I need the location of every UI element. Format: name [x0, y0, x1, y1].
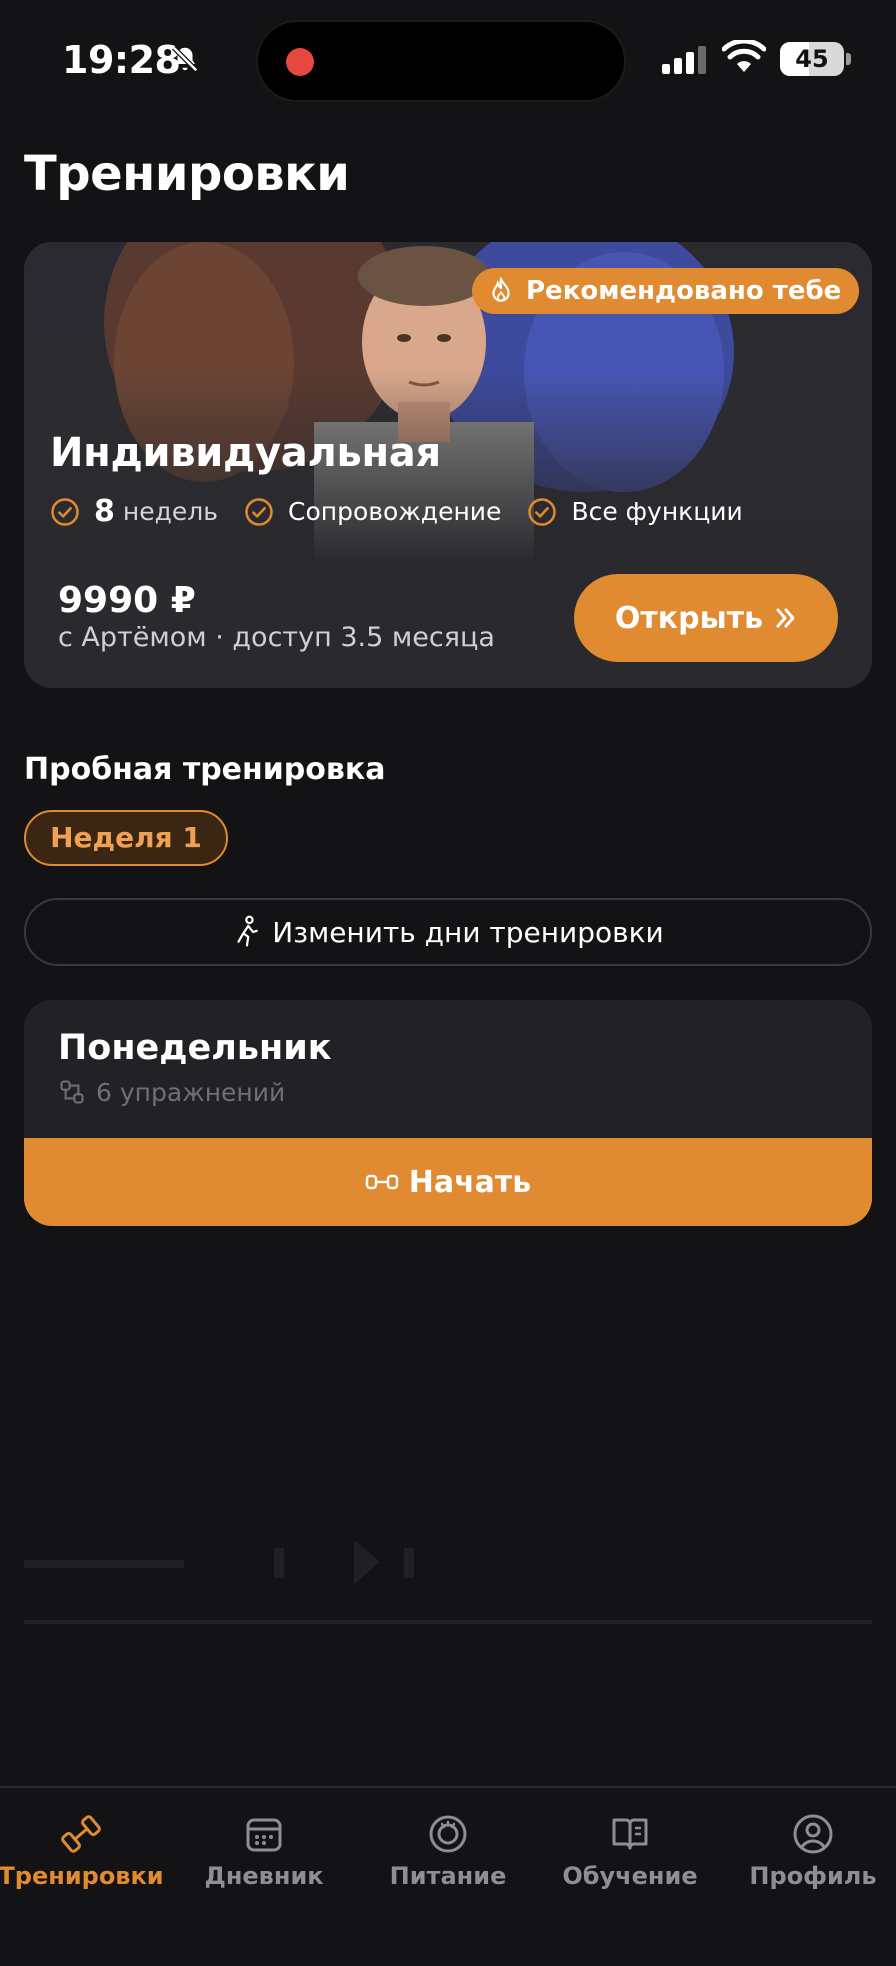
tab-diary[interactable]: Дневник — [174, 1812, 354, 1890]
tab-learning[interactable]: Обучение — [540, 1812, 720, 1890]
weeks-count: 8 — [94, 494, 115, 529]
bell-off-icon — [171, 45, 199, 73]
tab-trainings[interactable]: Тренировки — [0, 1812, 171, 1890]
open-plan-button[interactable]: Открыть — [574, 574, 838, 662]
dumbbell-icon — [365, 1174, 398, 1190]
status-time: 19:28 — [62, 38, 181, 82]
check-circle-icon — [528, 497, 557, 526]
feature-weeks: 8 недель — [50, 494, 218, 529]
page-title: Тренировки — [24, 146, 350, 202]
start-workout-label: Начать — [408, 1164, 532, 1200]
week-chip[interactable]: Неделя 1 — [24, 810, 228, 866]
tab-nutrition[interactable]: Питание — [358, 1812, 538, 1890]
exercises-icon — [60, 1080, 84, 1104]
plan-price: 9990 ₽ — [58, 580, 196, 621]
double-chevron-right-icon — [776, 608, 795, 628]
plan-price-subtitle: с Артёмом · доступ 3.5 месяца — [58, 622, 495, 653]
book-icon — [612, 1818, 648, 1850]
weeks-label: недель — [122, 497, 218, 526]
support-label: Сопровождение — [287, 497, 502, 526]
calendar-icon — [246, 1818, 282, 1852]
recommended-badge-label: Рекомендовано тебе — [526, 276, 842, 306]
status-bar: 19:28 45 — [0, 0, 896, 120]
feature-support: Сопровождение — [244, 497, 501, 527]
tab-profile[interactable]: Профиль — [723, 1812, 896, 1890]
change-training-days-label: Изменить дни тренировки — [272, 915, 664, 949]
recommended-badge: Рекомендовано тебе — [472, 268, 860, 314]
recording-indicator — [286, 48, 314, 76]
battery-tip — [846, 53, 851, 65]
tab-learning-label: Обучение — [562, 1862, 698, 1890]
check-circle-icon — [245, 497, 273, 526]
exercise-count: 6 упражнений — [96, 1078, 286, 1107]
check-circle-icon — [51, 497, 79, 526]
screen: 19:28 45 Тренировки Рекомендовано тебе И… — [0, 0, 896, 1966]
battery-level: 45 — [795, 45, 829, 73]
workout-day-name: Понедельник — [58, 1028, 332, 1068]
dumbbell-icon — [61, 1815, 101, 1853]
open-plan-label: Открыть — [614, 600, 764, 636]
profile-icon — [793, 1814, 833, 1854]
tab-bar: Тренировки Дневник Питание Обучение Проф… — [0, 1786, 896, 1966]
all-functions-label: Все функции — [571, 497, 743, 526]
tab-profile-label: Профиль — [749, 1862, 877, 1890]
tab-trainings-label: Тренировки — [0, 1862, 164, 1890]
start-workout-button[interactable]: Начать — [24, 1138, 872, 1226]
dynamic-island — [256, 20, 626, 102]
trial-section-title: Пробная тренировка — [24, 752, 386, 787]
signal-icon — [662, 46, 706, 74]
tab-diary-label: Дневник — [204, 1862, 324, 1890]
plate-icon — [429, 1815, 467, 1853]
flame-icon — [492, 277, 510, 302]
plan-title: Индивидуальная — [50, 430, 441, 476]
wifi-icon — [722, 40, 766, 72]
background-media-ghost — [24, 1540, 872, 1624]
recommended-plan-card[interactable]: Рекомендовано тебе Индивидуальная 8 неде… — [24, 242, 872, 688]
tab-nutrition-label: Питание — [389, 1862, 507, 1890]
battery-indicator: 45 — [780, 42, 844, 76]
workout-day-card: Понедельник 6 упражнений Начать — [24, 1000, 872, 1226]
change-training-days-button[interactable]: Изменить дни тренировки — [24, 898, 872, 966]
plan-features: 8 недель Сопровождение Все функции — [50, 494, 769, 529]
runner-icon — [237, 915, 259, 947]
feature-all-functions: Все функции — [527, 497, 743, 527]
